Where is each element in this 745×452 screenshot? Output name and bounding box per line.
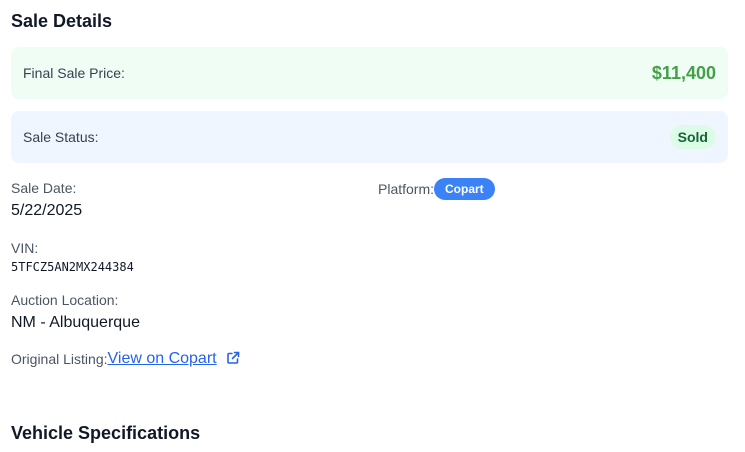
status-badge: Sold <box>669 125 716 149</box>
vin-label: VIN: <box>11 240 39 256</box>
platform-badge: Copart <box>434 178 495 200</box>
sale-date-label: Sale Date: <box>11 180 77 196</box>
platform-label: Platform: <box>378 181 435 197</box>
sale-details-page: Sale Details Final Sale Price: $11,400 S… <box>0 0 745 452</box>
vehicle-specifications-heading: Vehicle Specifications <box>11 423 201 443</box>
sale-details-heading: Sale Details <box>11 11 113 31</box>
auction-location-label: Auction Location: <box>11 292 119 308</box>
final-price-label: Final Sale Price: <box>23 65 125 81</box>
platform-field: Platform: Copart <box>378 178 495 200</box>
vin-value: 5TFCZ5AN2MX244384 <box>11 260 134 274</box>
auction-location-value: NM - Albuquerque <box>11 314 140 331</box>
sale-status-row: Sale Status: Sold <box>11 111 728 163</box>
external-link-icon[interactable] <box>226 351 240 365</box>
view-on-copart-link[interactable]: View on Copart <box>108 350 217 368</box>
final-price-value: $11,400 <box>651 62 716 83</box>
final-price-row: Final Sale Price: $11,400 <box>11 47 728 99</box>
original-listing-field: Original Listing: View on Copart <box>11 350 240 368</box>
sale-status-label: Sale Status: <box>23 129 99 145</box>
sale-date-value: 5/22/2025 <box>11 202 83 219</box>
original-listing-label: Original Listing: <box>11 351 108 367</box>
